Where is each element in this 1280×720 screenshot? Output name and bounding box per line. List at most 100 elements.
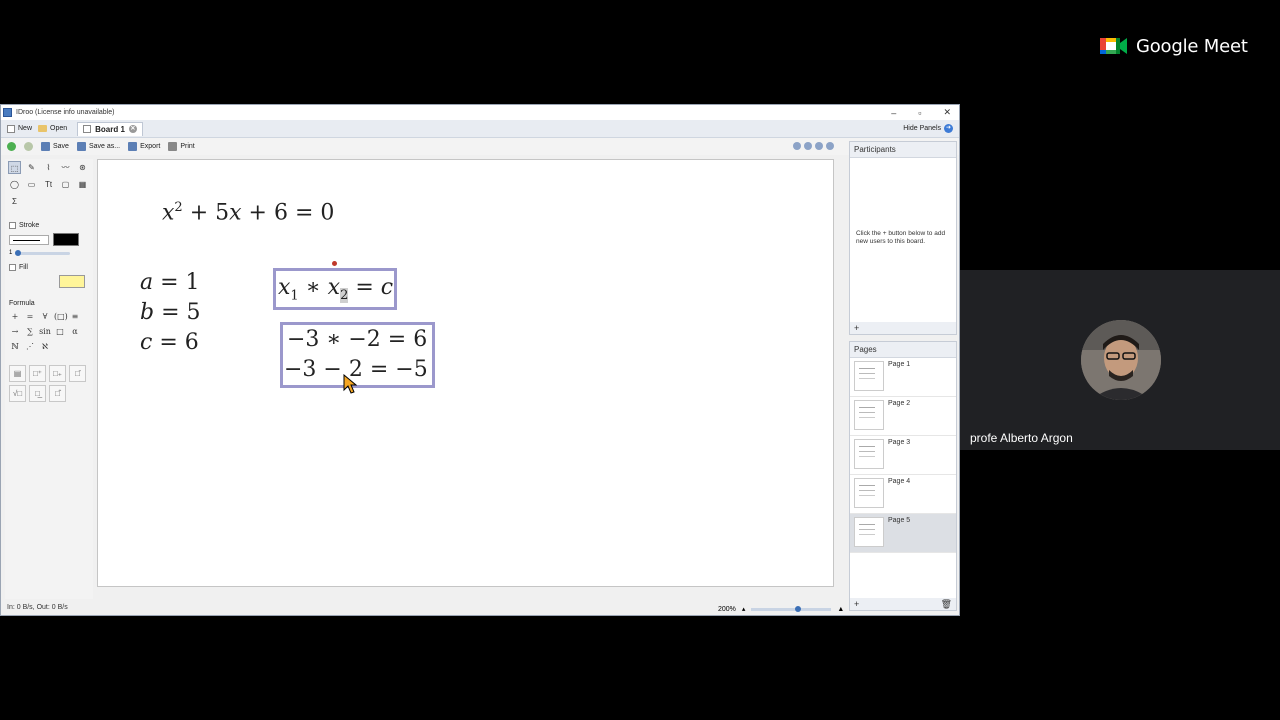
underbar-template[interactable]: □̲ — [29, 385, 46, 402]
coef-c[interactable]: c = 6 — [140, 330, 199, 355]
export-button[interactable]: Export — [128, 142, 160, 151]
sqrt-template[interactable]: √□ — [9, 385, 26, 402]
curve-tool[interactable]: 〰 — [59, 161, 72, 174]
eraser-tool[interactable]: ⊛ — [76, 161, 89, 174]
coef-a[interactable]: a = 1 — [140, 270, 200, 295]
tab-board-1[interactable]: Board 1 ✕ — [77, 121, 143, 136]
info-icon[interactable] — [815, 142, 823, 150]
ellipse-tool[interactable]: ◯ — [8, 178, 21, 191]
calculation-frame[interactable]: −3 ∗ −2 = 6 −3 − 2 = −5 — [280, 322, 435, 388]
participants-panel: Participants Click the + button below to… — [849, 141, 957, 335]
canvas-horizontal-scrollbar[interactable] — [97, 587, 834, 597]
participant-tile[interactable]: profe Alberto Argon — [960, 270, 1280, 450]
canvas-vertical-scrollbar[interactable] — [834, 159, 844, 587]
open-board-button[interactable]: Open — [38, 125, 67, 132]
superscript-template[interactable]: □⁺ — [29, 365, 46, 382]
fill-controls — [5, 273, 93, 290]
formula-symbol[interactable]: (□) — [54, 311, 68, 323]
board-tab-label: Board 1 — [95, 124, 125, 134]
board-icon — [83, 125, 92, 133]
fraction-template[interactable]: ▤ — [9, 365, 26, 382]
formula-symbols: + = ∀ (□) ≡ → ∑ sin □ α ℕ ⋰ ℵ — [5, 309, 91, 355]
save-as-button[interactable]: Save as... — [76, 142, 120, 151]
pencil-tool[interactable]: ✎ — [25, 161, 38, 174]
add-participant-button[interactable]: + — [850, 322, 956, 334]
text-tool[interactable]: Tt — [42, 178, 55, 191]
formula-symbol[interactable]: □ — [54, 326, 66, 338]
forward-icon[interactable] — [24, 142, 33, 151]
page-thumbnail — [854, 478, 884, 508]
formula-symbol[interactable]: ∑ — [24, 326, 36, 338]
pages-panel: Pages Page 1 Page 2 Page 3 Page 4 Page 5 — [849, 341, 957, 611]
rectangle-tool[interactable]: ▭ — [25, 178, 38, 191]
help-icon[interactable] — [826, 142, 834, 150]
fill-label: Fill — [19, 264, 28, 271]
coef-b[interactable]: b = 5 — [140, 300, 201, 325]
stroke-checkbox[interactable] — [9, 222, 16, 229]
zoom-handle[interactable] — [795, 605, 802, 612]
product-formula: x1 ∗ x2 = c — [278, 275, 393, 304]
save-icon — [41, 142, 50, 151]
formula-symbol[interactable]: ℕ — [9, 341, 21, 353]
formula-symbol[interactable]: ∀ — [39, 311, 51, 323]
minimize-button[interactable]: – — [891, 108, 896, 118]
google-meet-logo-icon — [1100, 34, 1128, 58]
stroke-color-swatch[interactable] — [53, 233, 79, 246]
rotate-handle[interactable] — [332, 261, 337, 266]
eq-tail: + 6 = 0 — [241, 200, 335, 226]
formula-symbol[interactable]: + — [9, 311, 21, 323]
print-button[interactable]: Print — [168, 142, 195, 151]
stroke-width-control: 1 — [5, 248, 93, 258]
hat-template[interactable]: □̂ — [49, 385, 66, 402]
overbar-template[interactable]: □̄ — [69, 365, 86, 382]
fullscreen-icon[interactable] — [793, 142, 801, 150]
coef-b-value: = 5 — [154, 300, 201, 325]
drawing-tools-row-1: ⬚ ✎ ⌇ 〰 ⊛ — [5, 159, 93, 176]
page-item[interactable]: Page 1 — [850, 358, 956, 397]
image-tool[interactable]: ▦ — [76, 178, 89, 191]
zoom-in-icon[interactable]: ▲ — [837, 606, 844, 613]
close-tab-icon[interactable]: ✕ — [128, 125, 137, 133]
page-item-selected[interactable]: Page 5 — [850, 514, 956, 553]
marker-tool[interactable]: ⌇ — [42, 161, 55, 174]
formula-symbol[interactable]: ≡ — [69, 311, 81, 323]
comment-tool[interactable]: ▢ — [59, 178, 72, 191]
close-button[interactable]: ✕ — [943, 107, 951, 118]
settings-icon[interactable] — [804, 142, 812, 150]
quadratic-equation[interactable]: x2 + 5x + 6 = 0 — [162, 200, 334, 225]
stroke-width-slider[interactable] — [15, 249, 71, 256]
whiteboard-canvas[interactable]: x2 + 5x + 6 = 0 a = 1 b = 5 c = 6 x1 ∗ x… — [97, 159, 834, 587]
formula-symbol[interactable]: sin — [39, 326, 51, 338]
fill-section: Fill — [5, 258, 93, 273]
formula-tool[interactable]: Σ — [8, 195, 21, 208]
page-label: Page 3 — [888, 439, 911, 446]
formula-symbol[interactable]: → — [9, 326, 21, 338]
subscript-template[interactable]: □₊ — [49, 365, 66, 382]
page-label: Page 2 — [888, 400, 911, 407]
select-tool[interactable]: ⬚ — [8, 161, 21, 174]
fill-color-swatch[interactable] — [59, 275, 85, 288]
product-formula-frame[interactable]: x1 ∗ x2 = c — [273, 268, 397, 310]
zoom-slider[interactable] — [751, 605, 832, 612]
formula-symbol[interactable]: ℵ — [39, 341, 51, 353]
new-file-icon — [7, 124, 15, 133]
zoom-out-icon[interactable]: ▴ — [742, 605, 746, 613]
save-button[interactable]: Save — [41, 142, 69, 151]
new-board-button[interactable]: New — [7, 124, 32, 133]
page-item[interactable]: Page 2 — [850, 397, 956, 436]
hide-panels-label: Hide Panels — [903, 125, 941, 132]
hide-panels-button[interactable]: Hide Panels ➜ — [903, 124, 953, 133]
page-item[interactable]: Page 4 — [850, 475, 956, 514]
formula-symbol[interactable]: = — [24, 311, 36, 323]
line-style-select[interactable] — [9, 234, 49, 245]
google-meet-title: Google Meet — [1136, 35, 1248, 57]
page-item[interactable]: Page 3 — [850, 436, 956, 475]
page-thumbnail — [854, 361, 884, 391]
back-icon[interactable] — [7, 142, 16, 151]
fill-checkbox[interactable] — [9, 264, 16, 271]
slider-handle[interactable] — [15, 249, 22, 256]
formula-symbol[interactable]: ⋰ — [24, 341, 36, 353]
formula-symbol[interactable]: α — [69, 326, 81, 338]
maximize-button[interactable]: ▫ — [918, 108, 921, 118]
zoom-control: 200% ▴ ▲ — [718, 605, 844, 613]
